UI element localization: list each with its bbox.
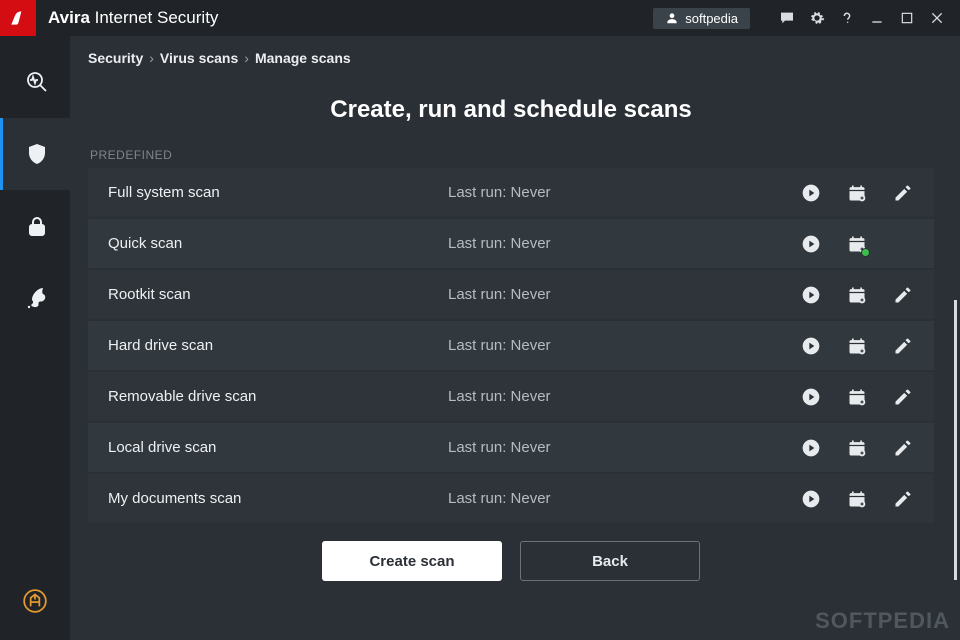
scan-name: Rootkit scan (108, 286, 448, 303)
edit-icon[interactable] (892, 335, 914, 357)
scan-list: Full system scanLast run: NeverQuick sca… (88, 168, 934, 525)
feedback-icon[interactable] (772, 0, 802, 36)
schedule-icon[interactable] (846, 284, 868, 306)
scan-name: Full system scan (108, 184, 448, 201)
play-icon[interactable] (800, 386, 822, 408)
scan-row[interactable]: Quick scanLast run: Never (88, 219, 934, 268)
page-title: Create, run and schedule scans (88, 96, 934, 124)
titlebar: Avira Internet Security softpedia (0, 0, 960, 36)
scan-row[interactable]: Full system scanLast run: Never (88, 168, 934, 217)
edit-icon[interactable] (892, 488, 914, 510)
edit-icon[interactable] (892, 386, 914, 408)
nav-rail (0, 36, 70, 640)
scan-row-actions (800, 182, 914, 204)
nav-status[interactable] (0, 46, 70, 118)
scan-row-actions (800, 437, 914, 459)
scan-row-actions (800, 335, 914, 357)
nav-upgrade[interactable] (0, 576, 70, 626)
app-title: Avira Internet Security (48, 8, 218, 28)
scan-row[interactable]: Local drive scanLast run: Never (88, 423, 934, 472)
scan-status: Last run: Never (448, 286, 800, 303)
scan-status: Last run: Never (448, 388, 800, 405)
play-icon[interactable] (800, 335, 822, 357)
schedule-icon[interactable] (846, 386, 868, 408)
scan-row-actions (800, 284, 914, 306)
scan-name: Local drive scan (108, 439, 448, 456)
gear-icon[interactable] (802, 0, 832, 36)
breadcrumb-leaf: Manage scans (255, 50, 351, 66)
schedule-icon[interactable] (846, 335, 868, 357)
maximize-icon[interactable] (892, 0, 922, 36)
scan-status: Last run: Never (448, 235, 800, 252)
scan-row-actions (800, 488, 914, 510)
section-label-predefined: PREDEFINED (88, 148, 934, 162)
scan-row[interactable]: Hard drive scanLast run: Never (88, 321, 934, 370)
play-icon[interactable] (800, 437, 822, 459)
close-icon[interactable] (922, 0, 952, 36)
schedule-icon[interactable] (846, 233, 868, 255)
scan-row-actions (800, 386, 914, 408)
schedule-icon[interactable] (846, 488, 868, 510)
nav-security[interactable] (0, 118, 70, 190)
back-button[interactable]: Back (520, 541, 700, 581)
play-icon[interactable] (800, 233, 822, 255)
scan-name: Quick scan (108, 235, 448, 252)
schedule-icon[interactable] (846, 182, 868, 204)
schedule-icon[interactable] (846, 437, 868, 459)
content-area: Security › Virus scans › Manage scans Cr… (70, 36, 960, 640)
edit-icon[interactable] (892, 284, 914, 306)
scan-row[interactable]: My documents scanLast run: Never (88, 474, 934, 523)
play-icon[interactable] (800, 182, 822, 204)
scan-row[interactable]: Rootkit scanLast run: Never (88, 270, 934, 319)
user-account-button[interactable]: softpedia (653, 8, 750, 29)
scan-name: My documents scan (108, 490, 448, 507)
chevron-right-icon: › (149, 50, 154, 66)
avira-logo (0, 0, 36, 36)
scan-row-actions (800, 233, 914, 255)
edit-icon[interactable] (892, 437, 914, 459)
breadcrumb-mid[interactable]: Virus scans (160, 50, 238, 66)
scan-row[interactable]: Removable drive scanLast run: Never (88, 372, 934, 421)
create-scan-button[interactable]: Create scan (322, 541, 502, 581)
scan-name: Hard drive scan (108, 337, 448, 354)
chevron-right-icon: › (244, 50, 249, 66)
scan-status: Last run: Never (448, 337, 800, 354)
help-icon[interactable] (832, 0, 862, 36)
nav-privacy[interactable] (0, 190, 70, 262)
minimize-icon[interactable] (862, 0, 892, 36)
play-icon[interactable] (800, 488, 822, 510)
user-name: softpedia (685, 11, 738, 26)
scan-name: Removable drive scan (108, 388, 448, 405)
scrollbar[interactable] (954, 300, 957, 580)
footer-buttons: Create scan Back (88, 525, 934, 581)
nav-performance[interactable] (0, 262, 70, 334)
breadcrumb-root[interactable]: Security (88, 50, 143, 66)
scheduled-indicator (861, 248, 870, 257)
breadcrumb: Security › Virus scans › Manage scans (88, 46, 934, 76)
play-icon[interactable] (800, 284, 822, 306)
edit-icon[interactable] (892, 182, 914, 204)
scan-status: Last run: Never (448, 184, 800, 201)
scan-status: Last run: Never (448, 439, 800, 456)
scan-status: Last run: Never (448, 490, 800, 507)
